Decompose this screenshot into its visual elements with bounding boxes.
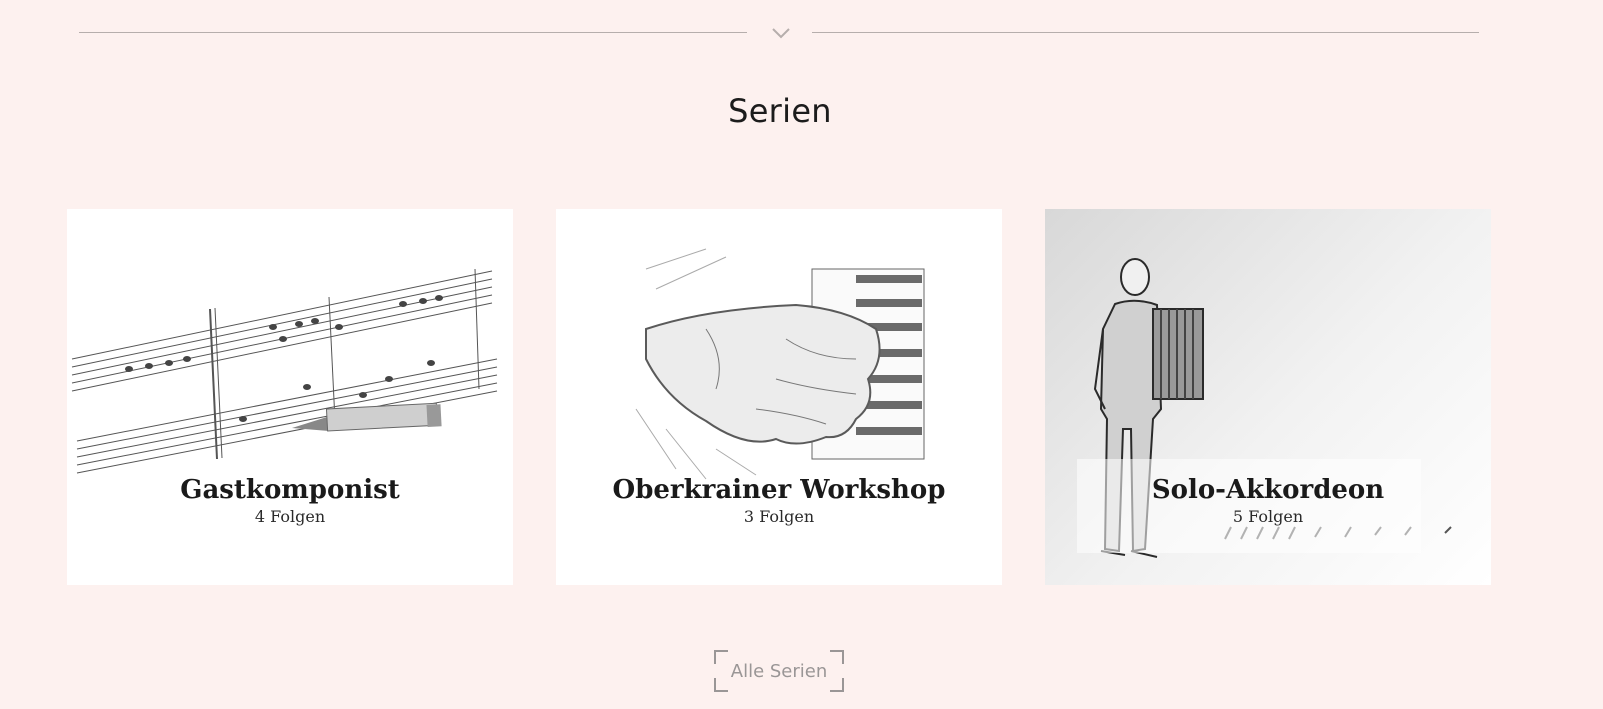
card-caption: Gastkomponist 4 Folgen <box>67 475 513 526</box>
series-card-oberkrainer-workshop[interactable]: Oberkrainer Workshop 3 Folgen <box>556 209 1002 585</box>
series-name: Solo-Akkordeon <box>1151 475 1385 505</box>
frame-corner <box>830 650 844 664</box>
card-caption: Oberkrainer Workshop 3 Folgen <box>556 475 1002 526</box>
section-divider <box>79 26 1479 46</box>
series-name: Gastkomponist <box>180 475 400 505</box>
divider-line-left <box>79 32 747 33</box>
sheet-music-sketch-image <box>71 268 498 474</box>
series-name: Oberkrainer Workshop <box>612 475 946 505</box>
frame-corner <box>714 678 728 692</box>
card-caption: Solo-Akkordeon 5 Folgen <box>1045 475 1491 526</box>
all-series-label: Alle Serien <box>730 660 828 682</box>
series-card-solo-akkordeon[interactable]: Solo-Akkordeon 5 Folgen <box>1045 209 1491 585</box>
divider-line-right <box>812 32 1479 33</box>
episode-count: 5 Folgen <box>1232 507 1304 526</box>
episode-count: 4 Folgen <box>254 507 326 526</box>
series-card-gastkomponist[interactable]: Gastkomponist 4 Folgen <box>67 209 513 585</box>
chevron-down-icon <box>772 28 790 39</box>
section-title: Serien <box>728 92 832 130</box>
frame-corner <box>830 678 844 692</box>
frame-corner <box>714 650 728 664</box>
episode-count: 3 Folgen <box>743 507 815 526</box>
all-series-button[interactable]: Alle Serien <box>714 650 844 692</box>
hand-keyboard-sketch-image <box>635 248 925 480</box>
